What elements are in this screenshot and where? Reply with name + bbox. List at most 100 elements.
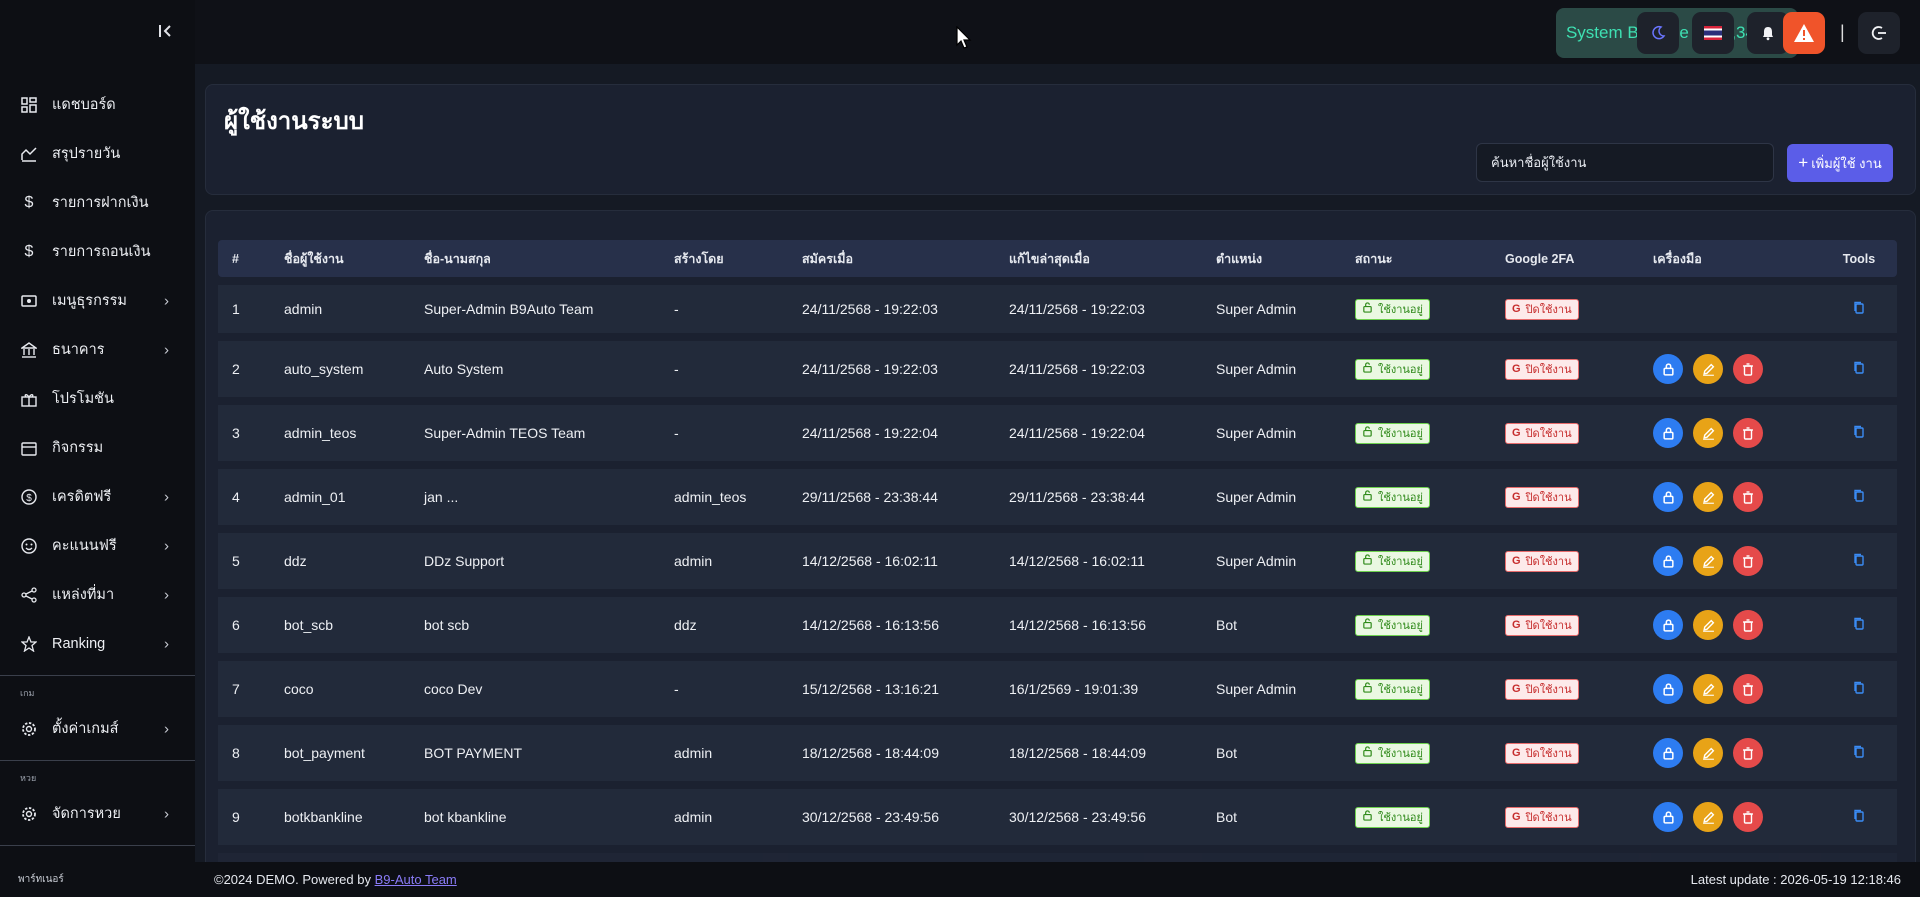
pencil-icon xyxy=(1702,427,1715,440)
sidebar-item-6[interactable]: โปรโมชัน xyxy=(0,374,195,423)
twofa-badge[interactable]: G ปิดใช้งาน xyxy=(1505,486,1579,508)
sidebar-item-label: แดชบอร์ด xyxy=(52,97,116,113)
sidebar-item-3[interactable]: $ รายการถอนเงิน xyxy=(0,227,195,276)
copy-icon[interactable] xyxy=(1853,553,1865,566)
lock-button[interactable] xyxy=(1653,738,1683,768)
star-icon xyxy=(20,635,38,653)
username-cell: admin_01 xyxy=(270,469,410,525)
copy-icon[interactable] xyxy=(1853,681,1865,694)
alert-button[interactable] xyxy=(1783,12,1825,54)
google-icon: G xyxy=(1512,491,1521,503)
copy-icon[interactable] xyxy=(1853,617,1865,630)
delete-button[interactable] xyxy=(1733,610,1763,640)
twofa-badge[interactable]: G ปิดใช้งาน xyxy=(1505,806,1579,828)
twofa-badge[interactable]: G ปิดใช้งาน xyxy=(1505,742,1579,764)
edit-button[interactable] xyxy=(1693,802,1723,832)
sidebar-item-label: ธนาคาร xyxy=(52,342,105,358)
twofa-badge[interactable]: G ปิดใช้งาน xyxy=(1505,550,1579,572)
copy-icon[interactable] xyxy=(1853,301,1865,314)
lock-button[interactable] xyxy=(1653,354,1683,384)
status-label: ใช้งานอยู่ xyxy=(1378,684,1423,696)
delete-button[interactable] xyxy=(1733,418,1763,448)
trash-icon xyxy=(1742,746,1754,760)
collapse-sidebar-icon[interactable] xyxy=(156,22,176,42)
copy-icon[interactable] xyxy=(1853,809,1865,822)
delete-button[interactable] xyxy=(1733,674,1763,704)
footer-copyright: ©2024 DEMO. Powered by B9-Auto Team xyxy=(214,872,457,887)
sidebar-item-5[interactable]: ธนาคาร › xyxy=(0,325,195,374)
copy-icon[interactable] xyxy=(1853,425,1865,438)
twofa-badge[interactable]: G ปิดใช้งาน xyxy=(1505,422,1579,444)
sidebar-menu: แดชบอร์ดสรุปรายวัน $ รายการฝากเงิน $ รายการถ… xyxy=(0,80,195,846)
column-header: สถานะ xyxy=(1341,240,1491,277)
status-badge: ใช้งานอยู่ xyxy=(1355,550,1430,572)
edit-button[interactable] xyxy=(1693,354,1723,384)
status-cell: ใช้งานอยู่ xyxy=(1341,725,1491,781)
sidebar-item-1[interactable]: สรุปรายวัน xyxy=(0,129,195,178)
twofa-badge[interactable]: G ปิดใช้งาน xyxy=(1505,614,1579,636)
add-user-button[interactable]: + เพิ่มผู้ใช้ งาน xyxy=(1787,144,1893,182)
edit-button[interactable] xyxy=(1693,738,1723,768)
edit-button[interactable] xyxy=(1693,674,1723,704)
search-input[interactable] xyxy=(1476,143,1774,182)
sidebar-item-label: คะแนนฟรี xyxy=(52,538,117,554)
twofa-badge[interactable]: G ปิดใช้งาน xyxy=(1505,358,1579,380)
plus-icon: + xyxy=(1798,153,1809,172)
actions-cell xyxy=(1639,405,1821,461)
sidebar-item-game-0[interactable]: ตั้งค่าเกมส์ › xyxy=(0,704,195,753)
copy-icon[interactable] xyxy=(1853,489,1865,502)
sidebar-item-label: ตั้งค่าเกมส์ xyxy=(52,721,119,737)
sidebar-item-8[interactable]: $ เครดิตฟรี › xyxy=(0,472,195,521)
row-number: 8 xyxy=(218,725,270,781)
sidebar-item-0[interactable]: แดชบอร์ด xyxy=(0,80,195,129)
sidebar-item-9[interactable]: คะแนนฟรี › xyxy=(0,521,195,570)
status-badge: ใช้งานอยู่ xyxy=(1355,678,1430,700)
delete-button[interactable] xyxy=(1733,802,1763,832)
delete-button[interactable] xyxy=(1733,354,1763,384)
lock-button[interactable] xyxy=(1653,610,1683,640)
lock-button[interactable] xyxy=(1653,674,1683,704)
copy-icon[interactable] xyxy=(1853,361,1865,374)
sidebar-item-label: สรุปรายวัน xyxy=(52,146,121,162)
sidebar-item-7[interactable]: กิจกรรม xyxy=(0,423,195,472)
logout-icon xyxy=(1871,26,1886,40)
registered-cell: 24/11/2568 - 19:22:03 xyxy=(788,341,995,397)
username-cell: admin xyxy=(270,285,410,333)
gear-icon xyxy=(20,720,38,738)
twofa-badge[interactable]: G ปิดใช้งาน xyxy=(1505,678,1579,700)
lock-button[interactable] xyxy=(1653,802,1683,832)
edit-button[interactable] xyxy=(1693,546,1723,576)
row-number: 4 xyxy=(218,469,270,525)
status-badge: ใช้งานอยู่ xyxy=(1355,742,1430,764)
copy-icon[interactable] xyxy=(1853,745,1865,758)
pencil-icon xyxy=(1702,555,1715,568)
sidebar-item-10[interactable]: แหล่งที่มา › xyxy=(0,570,195,619)
registered-cell: 14/12/2568 - 16:13:56 xyxy=(788,597,995,653)
twofa-badge[interactable]: G ปิดใช้งาน xyxy=(1505,298,1579,320)
created-by-cell: - xyxy=(660,661,788,717)
lock-button[interactable] xyxy=(1653,482,1683,512)
logout-button[interactable] xyxy=(1858,12,1900,54)
sidebar-item-11[interactable]: Ranking › xyxy=(0,619,195,668)
language-button[interactable] xyxy=(1692,12,1734,54)
lock-button[interactable] xyxy=(1653,418,1683,448)
status-cell: ใช้งานอยู่ xyxy=(1341,405,1491,461)
delete-button[interactable] xyxy=(1733,738,1763,768)
edit-button[interactable] xyxy=(1693,610,1723,640)
role-cell: Bot xyxy=(1202,725,1341,781)
edit-button[interactable] xyxy=(1693,418,1723,448)
sidebar-divider xyxy=(0,675,195,676)
delete-button[interactable] xyxy=(1733,546,1763,576)
sidebar-item-4[interactable]: เมนูธุรกรรม › xyxy=(0,276,195,325)
sidebar-item-lotto-0[interactable]: จัดการหวย › xyxy=(0,789,195,838)
powered-by-link[interactable]: B9-Auto Team xyxy=(375,872,457,887)
twofa-cell: G ปิดใช้งาน xyxy=(1491,533,1639,589)
edit-button[interactable] xyxy=(1693,482,1723,512)
status-badge: ใช้งานอยู่ xyxy=(1355,486,1430,508)
lock-icon xyxy=(1662,490,1675,504)
thai-flag-icon xyxy=(1704,26,1722,40)
delete-button[interactable] xyxy=(1733,482,1763,512)
sidebar-item-2[interactable]: $ รายการฝากเงิน xyxy=(0,178,195,227)
lock-button[interactable] xyxy=(1653,546,1683,576)
dark-mode-button[interactable] xyxy=(1637,12,1679,54)
